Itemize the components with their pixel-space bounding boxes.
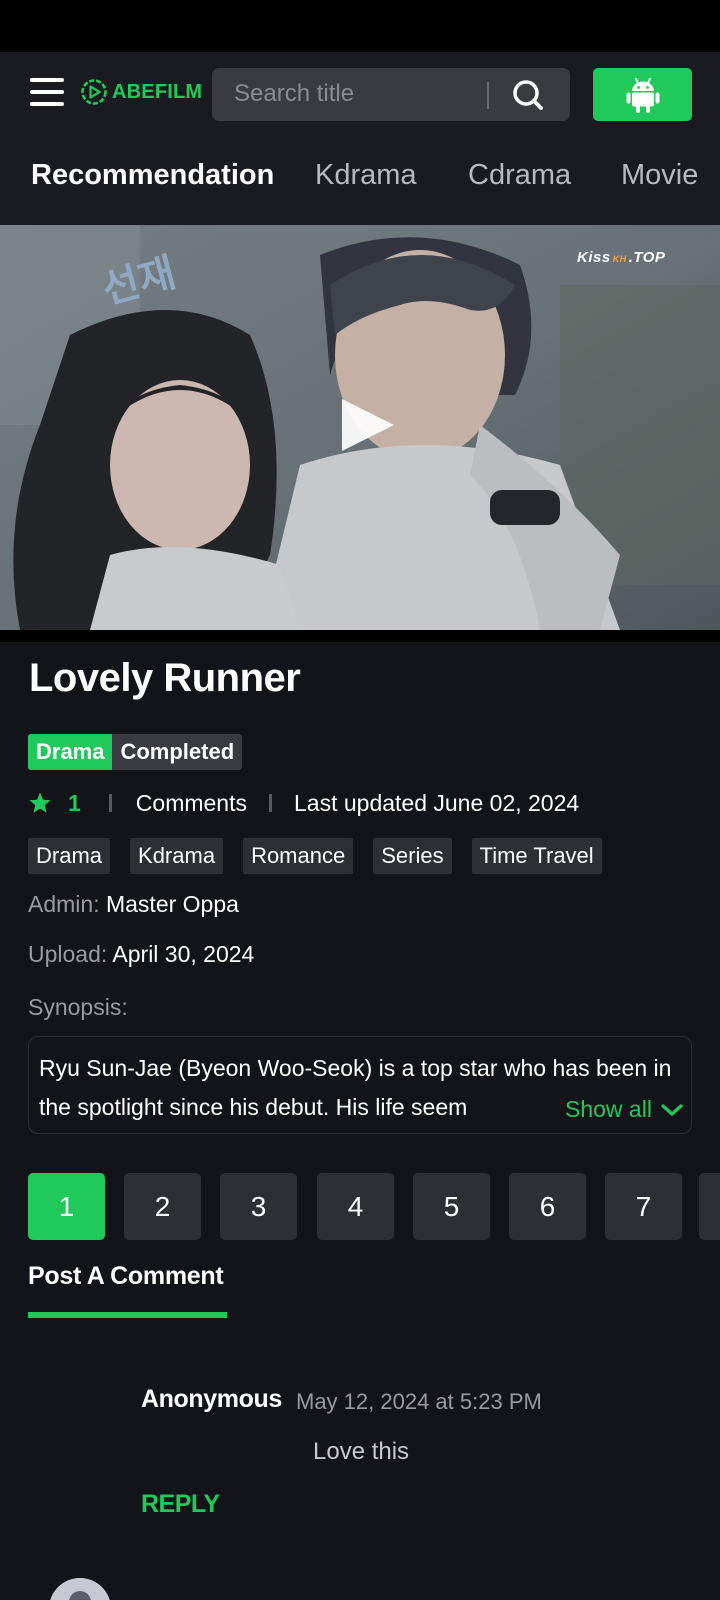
logo-text: ABEFILM [112, 80, 203, 103]
watermark-top: .TOP [628, 249, 666, 266]
episode-button[interactable]: 3 [220, 1173, 297, 1240]
episode-button[interactable]: 7 [605, 1173, 682, 1240]
rating-value: 1 [68, 789, 81, 816]
episode-button[interactable]: 5 [413, 1173, 490, 1240]
android-app-button[interactable] [593, 68, 692, 121]
comment-text: Love this [313, 1438, 410, 1465]
tab-movie[interactable]: Movie [621, 159, 698, 192]
admin-label: Admin: [28, 891, 100, 917]
episode-button[interactable]: 1 [28, 1173, 105, 1240]
reply-button[interactable]: REPLY [141, 1490, 220, 1519]
comment-date: May 12, 2024 at 5:23 PM [296, 1389, 542, 1414]
episode-button[interactable]: 2 [124, 1173, 201, 1240]
episode-button[interactable]: 4 [317, 1173, 394, 1240]
watermark-kiss: Kiss [577, 249, 611, 266]
site-logo[interactable]: ABEFILM [80, 76, 202, 108]
show-all-button[interactable]: Show all [565, 1096, 684, 1123]
genre-tag[interactable]: Series [373, 838, 452, 874]
tab-cdrama[interactable]: Cdrama [468, 159, 571, 192]
show-badges: Drama Completed [28, 734, 243, 770]
star-icon [29, 792, 51, 813]
category-tabs: Recommendation Kdrama Cdrama Movie [0, 132, 720, 225]
search-input[interactable] [234, 78, 474, 110]
genre-tag[interactable]: Time Travel [471, 838, 602, 874]
genre-tag[interactable]: Romance [243, 838, 354, 874]
upload-line: Upload: April 30, 2024 [28, 941, 254, 968]
genre-tag[interactable]: Drama [28, 838, 111, 874]
episode-button[interactable]: 8 [699, 1173, 720, 1240]
genre-tag[interactable]: Kdrama [130, 838, 224, 874]
episode-list: 1 2 3 4 5 6 7 8 [28, 1173, 720, 1240]
tab-recommendation[interactable]: Recommendation [31, 159, 274, 192]
episode-button[interactable]: 6 [509, 1173, 586, 1240]
genre-tags: Drama Kdrama Romance Series Time Travel [28, 838, 622, 874]
upload-label: Upload: [28, 941, 108, 967]
meta-separator [269, 794, 272, 812]
tab-kdrama[interactable]: Kdrama [315, 159, 417, 192]
search-bar [212, 68, 570, 121]
avatar [49, 1578, 111, 1600]
show-meta: 1 Comments Last updated June 02, 2024 [28, 786, 579, 820]
play-icon[interactable] [338, 396, 396, 454]
type-badge[interactable]: Drama [28, 734, 113, 770]
admin-value: Master Oppa [105, 891, 239, 917]
admin-line: Admin: Master Oppa [28, 891, 239, 918]
comments-link[interactable]: Comments [136, 790, 247, 817]
watermark-kh: KH [612, 254, 627, 264]
status-bar [0, 0, 720, 52]
search-icon[interactable] [510, 78, 546, 112]
show-all-label: Show all [565, 1096, 652, 1122]
search-divider [487, 82, 489, 109]
android-icon [626, 77, 659, 113]
play-logo-icon [81, 79, 107, 105]
last-updated: Last updated June 02, 2024 [294, 789, 580, 816]
top-header: ABEFILM [0, 52, 720, 132]
upload-value: April 30, 2024 [112, 941, 255, 967]
status-badge: Completed [112, 734, 243, 770]
show-title: Lovely Runner [29, 656, 301, 700]
post-comment-tab[interactable]: Post A Comment [28, 1262, 224, 1291]
synopsis-label: Synopsis: [28, 994, 128, 1020]
video-player[interactable]: 선재 Kiss KH .TOP [0, 225, 720, 630]
hamburger-menu-icon[interactable] [30, 78, 64, 106]
chevron-down-icon [661, 1103, 683, 1116]
meta-separator [108, 794, 112, 812]
user-avatar-icon [49, 1578, 111, 1600]
comment-author: Anonymous [141, 1385, 282, 1413]
player-bottom-bar [0, 630, 720, 642]
source-watermark: Kiss KH .TOP [577, 249, 665, 266]
post-comment-underline [28, 1312, 227, 1318]
